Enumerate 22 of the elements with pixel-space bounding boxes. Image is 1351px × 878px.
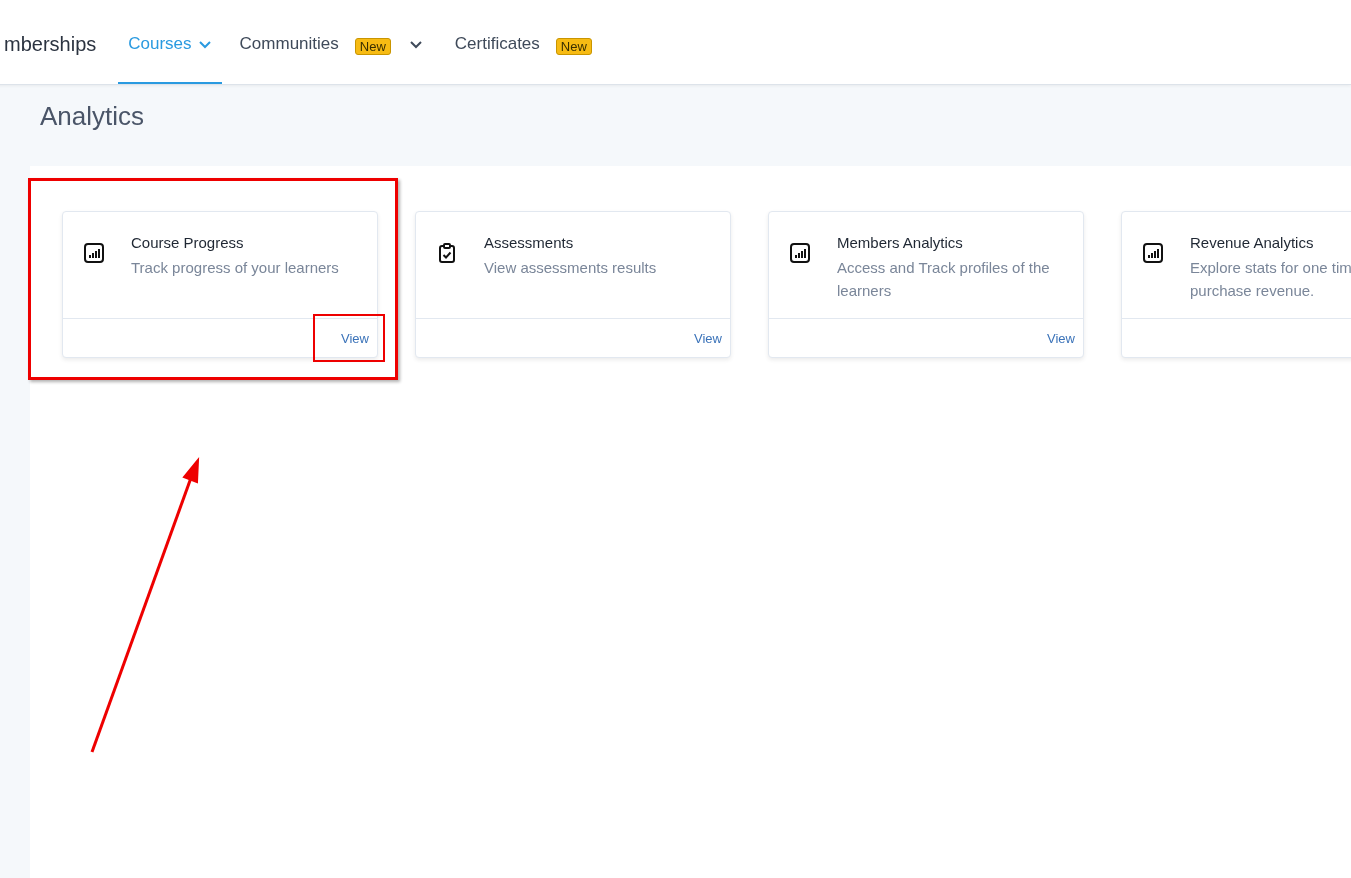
view-link[interactable]: View bbox=[341, 330, 369, 346]
page-title: Analytics bbox=[39, 100, 146, 133]
card-title: Members Analytics bbox=[837, 234, 964, 251]
nav-tab[interactable]: Courses bbox=[118, 0, 222, 84]
new-badge: New bbox=[555, 38, 592, 55]
card-title: Revenue Analytics bbox=[1190, 234, 1315, 251]
view-link[interactable]: View bbox=[694, 330, 722, 346]
chart-icon bbox=[1142, 242, 1164, 264]
chart-icon bbox=[83, 242, 105, 264]
new-badge: New bbox=[354, 38, 391, 55]
card-description: Access and Track profiles of the learners bbox=[837, 258, 1050, 301]
card-description: View assessments results bbox=[484, 258, 657, 278]
card-description: Explore stats for one tim purchase revenue. bbox=[1190, 258, 1351, 301]
clipboard-check-icon bbox=[436, 242, 458, 264]
nav-tab[interactable]: mberships bbox=[0, 0, 107, 84]
chart-icon bbox=[789, 242, 811, 264]
card-description: Track progress of your learners bbox=[131, 258, 339, 278]
card-title: Assessments bbox=[484, 234, 575, 251]
nav-tab[interactable]: Communities bbox=[229, 0, 349, 84]
nav-tab[interactable]: Certificates bbox=[444, 0, 550, 84]
card-title: Course Progress bbox=[131, 234, 245, 251]
view-link[interactable]: View bbox=[1047, 330, 1075, 346]
